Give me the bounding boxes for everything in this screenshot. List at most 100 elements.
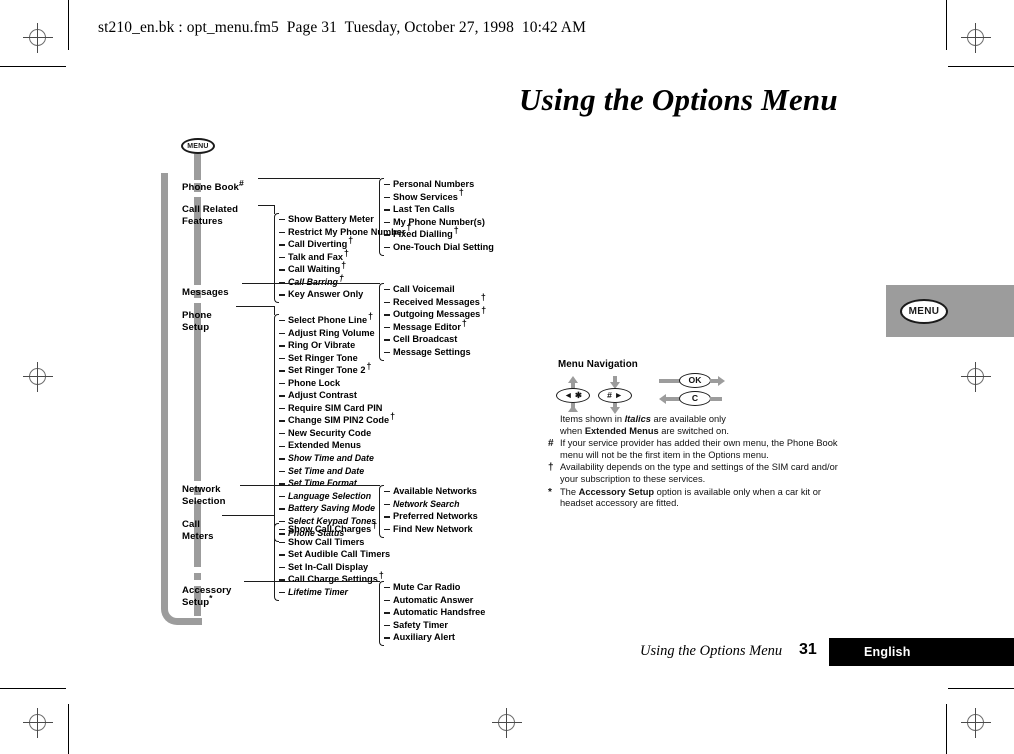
submenu-item[interactable]: Mute Car Radio	[384, 581, 485, 594]
connector-call-related-features	[258, 205, 275, 207]
submenu-item-label: Battery Saving Mode	[288, 503, 376, 514]
submenu-item-label: Auxiliary Alert	[393, 632, 455, 643]
nav-arrow-up-icon-lower	[568, 405, 578, 412]
footnote-text: The Accessory Setup option is available …	[560, 487, 821, 509]
nav-key-ok: OK	[679, 373, 711, 388]
submenu-item[interactable]: Set Audible Call Timers	[279, 548, 390, 561]
footnote-marker-dagger: †	[481, 305, 487, 316]
submenu-item-label: Key Answer Only	[288, 289, 364, 300]
footnote-marker-dagger: †	[378, 570, 384, 581]
submenu-item-label: Show Services	[393, 191, 458, 202]
submenu-item[interactable]: Battery Saving Mode	[279, 502, 395, 515]
nav-c-shaft-right	[710, 397, 722, 401]
submenu-item[interactable]: Adjust Ring Volume	[279, 327, 395, 340]
crop-line-top-right-horizontal	[948, 66, 1014, 67]
submenu-item-label: Network Search	[393, 498, 460, 509]
submenu-item[interactable]: Select Phone Line†	[279, 312, 395, 327]
branch-label-text: Phone Setup	[182, 310, 212, 333]
submenu-item[interactable]: Auxiliary Alert	[384, 631, 485, 644]
submenu-item[interactable]: Received Messages†	[384, 293, 486, 309]
page-title: Using the Options Menu	[519, 82, 838, 117]
submenu-item[interactable]: Show Battery Meter	[279, 213, 411, 226]
header-slug: st210_en.bk : opt_menu.fm5 Page 31 Tuesd…	[98, 19, 586, 36]
submenu-item[interactable]: Show Call Timers	[279, 536, 390, 549]
submenu-item[interactable]: Find New Network	[384, 523, 478, 536]
footnote-marker: †	[548, 462, 554, 474]
submenu-list-accessory-setup: Mute Car Radio Automatic Answer Automatic …	[384, 581, 485, 644]
submenu-item-label: Set In-Call Display	[288, 561, 369, 572]
submenu-item-label: Set Time and Date	[288, 465, 365, 476]
registration-mark-bottom-left	[23, 708, 53, 738]
submenu-item[interactable]: Automatic Handsfree	[384, 606, 485, 619]
submenu-item[interactable]: Message Settings	[384, 346, 486, 359]
footnote-text: Availability depends on the type and set…	[560, 462, 838, 484]
submenu-item[interactable]: Call Voicemail	[384, 283, 486, 296]
connector-phone-book	[258, 178, 380, 180]
submenu-item[interactable]: Require SIM Card PIN	[279, 402, 395, 415]
submenu-item-label: Preferred Networks	[393, 511, 478, 522]
submenu-item[interactable]: Personal Numbers	[384, 178, 494, 191]
footnote-marker: #	[548, 438, 554, 450]
submenu-item[interactable]: Set Ringer Tone 2†	[279, 362, 395, 377]
submenu-item[interactable]: Automatic Answer	[384, 594, 485, 607]
footnote-marker-dagger: †	[372, 519, 378, 530]
footnote-marker-asterisk: *	[209, 592, 213, 603]
footnote-text-segment: The	[560, 486, 579, 497]
submenu-item[interactable]: Extended Menus	[279, 439, 395, 452]
connector-accessory-setup	[244, 581, 380, 583]
submenu-item[interactable]: Phone Lock	[279, 377, 395, 390]
submenu-item[interactable]: Adjust Contrast	[279, 389, 395, 402]
submenu-item[interactable]: Preferred Networks	[384, 510, 478, 523]
footer-page-number: 31	[799, 641, 817, 658]
submenu-item[interactable]: Set Ringer Tone	[279, 352, 395, 365]
submenu-item[interactable]: Available Networks	[384, 485, 478, 498]
submenu-item[interactable]: Set In-Call Display	[279, 561, 390, 574]
submenu-item-label: Language Selection	[288, 490, 372, 501]
submenu-item-label: Available Networks	[393, 486, 477, 496]
connector-messages	[242, 283, 380, 285]
submenu-item[interactable]: Change SIM PIN2 Code†	[279, 412, 395, 427]
side-tab-menu: MENU	[886, 285, 1014, 337]
printed-page: st210_en.bk : opt_menu.fm5 Page 31 Tuesd…	[0, 0, 1014, 754]
submenu-item[interactable]: Set Time Format	[279, 477, 395, 490]
nav-key-hash: # ►	[598, 388, 632, 403]
branch-label-text: Accessory Setup	[182, 585, 232, 608]
crop-line-bottom-left-vertical	[68, 704, 69, 754]
submenu-list-call-meters: Show Call Charges† Show Call Timers Set Au…	[279, 519, 390, 599]
footer-chapter-title: Using the Options Menu	[640, 643, 783, 659]
submenu-item[interactable]: Outgoing Messages†	[384, 305, 487, 321]
crop-line-top-left-vertical	[68, 0, 69, 50]
submenu-item[interactable]: New Security Code	[279, 427, 395, 440]
footnote-hash: # If your service provider has added the…	[548, 438, 848, 461]
submenu-item[interactable]: Call Waiting†	[279, 261, 411, 276]
footnote-marker-dagger: †	[348, 235, 354, 246]
footnote-text-segment: If your service provider has added their…	[560, 438, 838, 460]
registration-mark-top-left	[23, 23, 53, 53]
submenu-item-label: New Security Code	[288, 427, 372, 438]
submenu-item[interactable]: Language Selection	[279, 490, 395, 503]
footnote-text-segment: are available only	[650, 414, 726, 424]
submenu-item[interactable]: Safety Timer	[384, 619, 485, 632]
nav-key-clear: C	[679, 391, 711, 406]
crop-line-bottom-left-horizontal	[0, 688, 66, 689]
submenu-item[interactable]: Ring Or Vibrate	[279, 339, 395, 352]
submenu-item[interactable]: Message Editor†	[384, 318, 486, 334]
registration-mark-left	[23, 362, 53, 392]
submenu-item[interactable]: Show Services†	[384, 188, 494, 204]
submenu-item-label: Call Waiting	[288, 264, 341, 275]
submenu-item[interactable]: Lifetime Timer	[279, 586, 390, 599]
submenu-item-label: Change SIM PIN2 Code	[288, 415, 390, 426]
submenu-list-network-selection: Available Networks Network Search Preferre…	[384, 485, 478, 535]
branch-label-call-meters: Call Meters	[182, 508, 214, 542]
submenu-item[interactable]: Call Charge Settings†	[279, 570, 390, 586]
submenu-item[interactable]: Restrict My Phone Number†	[279, 223, 411, 239]
submenu-item[interactable]: Network Search	[384, 498, 478, 511]
crop-line-bottom-right-horizontal	[948, 688, 1014, 689]
registration-mark-right	[961, 362, 991, 392]
submenu-item[interactable]: Cell Broadcast	[384, 333, 486, 346]
submenu-item-label: Show Call Charges	[288, 524, 372, 534]
submenu-item[interactable]: Set Time and Date	[279, 465, 395, 478]
branch-label-phone-book: Phone Book#	[182, 171, 244, 194]
submenu-item[interactable]: Show Time and Date	[279, 452, 395, 465]
submenu-item[interactable]: Show Call Charges†	[279, 519, 390, 536]
